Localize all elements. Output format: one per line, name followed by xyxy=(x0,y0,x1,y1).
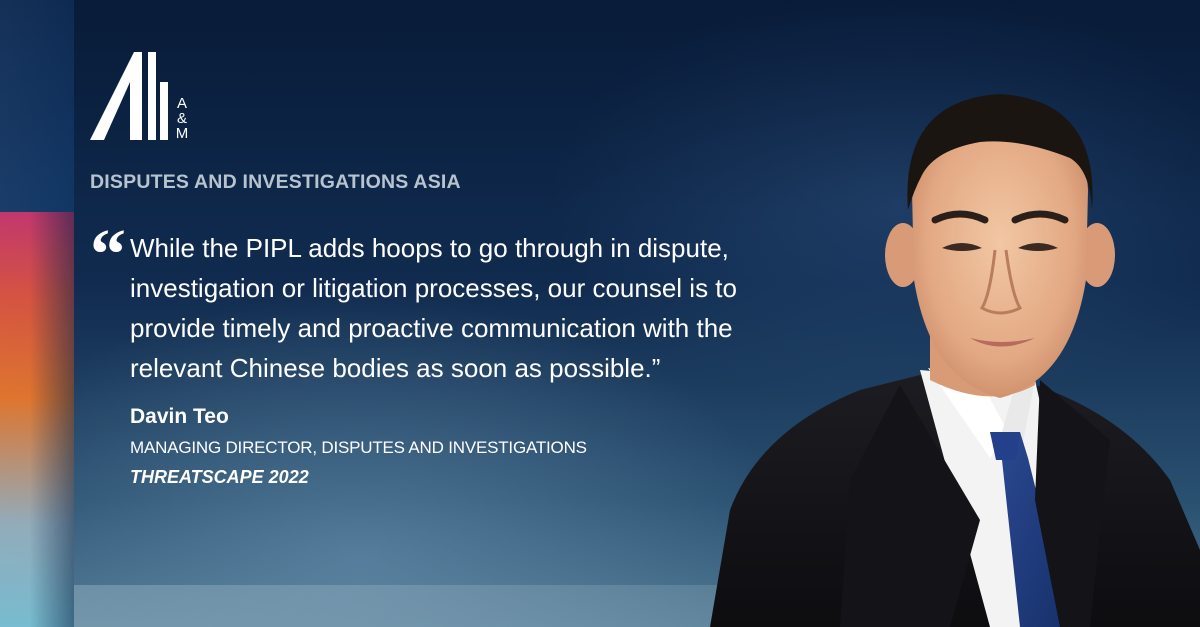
person-role: MANAGING DIRECTOR, DISPUTES AND INVESTIG… xyxy=(130,438,587,457)
logo-letter-a: A xyxy=(176,95,187,112)
person-name: Davin Teo xyxy=(130,405,229,428)
event-name: THREATSCAPE 2022 xyxy=(130,467,309,487)
section-title: DISPUTES AND INVESTIGATIONS ASIA xyxy=(90,171,461,193)
portrait-photo xyxy=(710,94,1200,627)
quote-mark-icon: “ xyxy=(90,214,126,294)
logo-letter-m: M xyxy=(175,125,189,142)
logo-letter-ampersand: & xyxy=(176,110,187,127)
logo-letters: A & M xyxy=(174,96,190,141)
accent-strip xyxy=(0,212,74,627)
